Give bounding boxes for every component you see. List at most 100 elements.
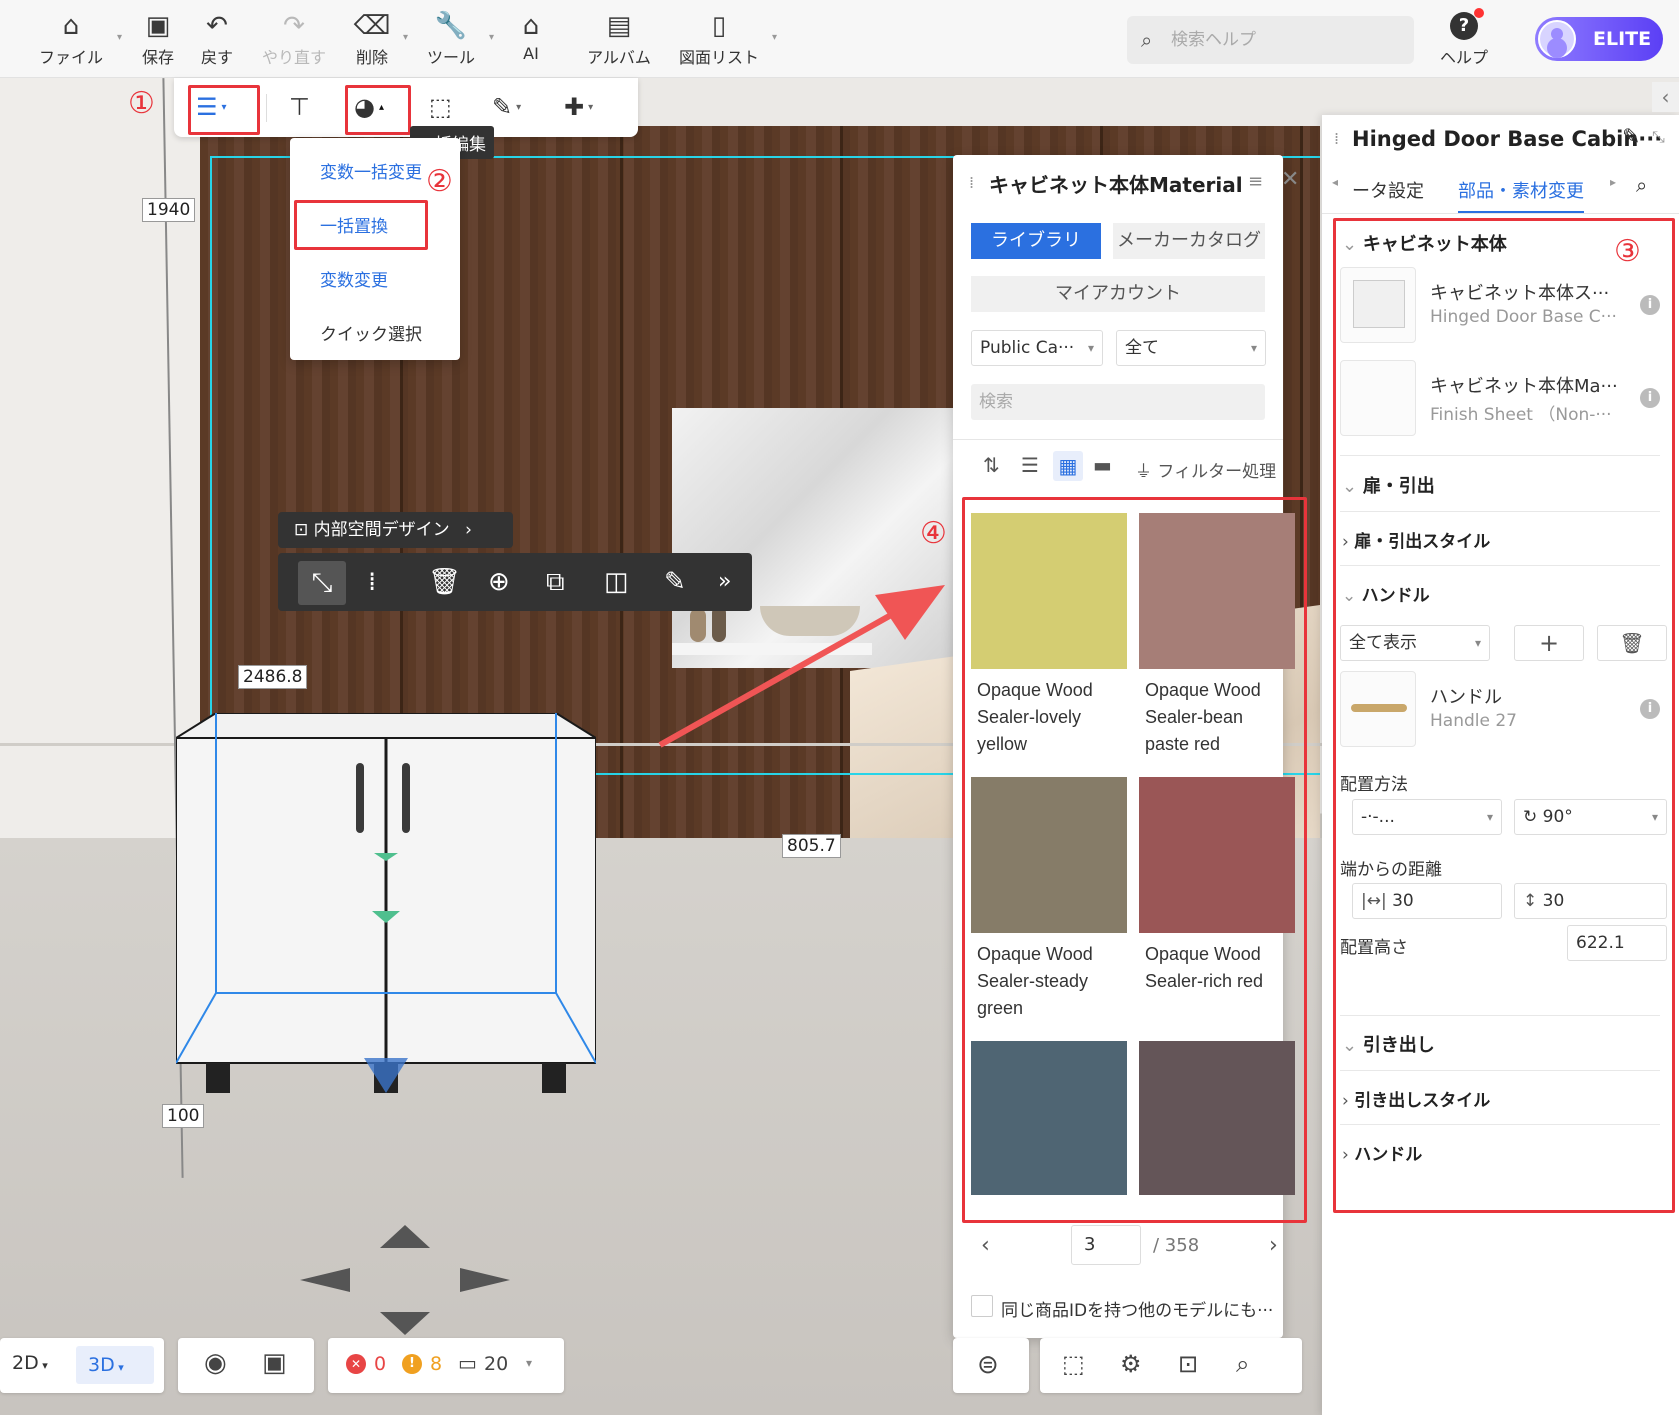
focus-icon[interactable]: ⊡ (1178, 1350, 1198, 1378)
material-search-input[interactable]: 検索 (971, 384, 1265, 420)
menu-delete[interactable]: ⌫ 削除 ▾ (352, 10, 408, 68)
view-3d-button[interactable]: 3D ▾ (76, 1346, 154, 1384)
camera-settings-icon[interactable]: ⚙ (1120, 1350, 1142, 1378)
drag-handle-icon[interactable]: ⁞ (969, 173, 974, 192)
sort-icon[interactable]: ⇅ (983, 453, 1000, 477)
paint-roller-icon: ⊤ (289, 93, 310, 121)
selected-base-cabinet[interactable] (176, 713, 596, 1093)
menu-undo[interactable]: ↶ 戻す (197, 10, 237, 68)
close-icon[interactable]: ✕ (1281, 167, 1299, 192)
nav-down-icon (380, 1312, 430, 1335)
split-icon[interactable]: ⁞ (368, 565, 376, 599)
dimension-label: 1940 (142, 198, 196, 222)
chevron-down-icon: ▾ (488, 32, 494, 43)
folder-icon[interactable]: ▬ (1093, 453, 1112, 477)
tab-prev-icon[interactable]: ◂ (1332, 175, 1338, 189)
object-icon: ▭ (458, 1351, 477, 1375)
catalog-select[interactable]: Public Ca··· (971, 330, 1103, 366)
dimension-label: 2486.8 (238, 665, 308, 689)
list-view-icon[interactable]: ☰ (1021, 453, 1039, 477)
divider (1322, 213, 1679, 214)
inner-space-icon: ⊡ (294, 520, 314, 540)
error-icon: ✕ (346, 1354, 366, 1374)
select-region-button[interactable]: ⬚ (429, 92, 452, 122)
puzzle-icon: ✚ (564, 93, 585, 121)
page-total: / 358 (1153, 1235, 1200, 1256)
brush-button[interactable]: ✎ ▾ (492, 92, 521, 123)
category-select[interactable]: 全て (1116, 330, 1266, 366)
help-search-input[interactable]: ⌕ 検索ヘルプ (1127, 16, 1414, 64)
chevron-down-icon: ▾ (588, 102, 594, 113)
camera-view-icon[interactable]: ⬚ (1062, 1350, 1085, 1378)
edit-icon[interactable]: ✎ (1622, 125, 1640, 150)
eye-icon[interactable]: ◉ (204, 1348, 227, 1378)
dropdown-item[interactable]: クイック選択 (320, 320, 422, 345)
annotation-number: ③ (1614, 234, 1641, 269)
menu-file[interactable]: ⌂ ファイル ▾ (36, 10, 122, 68)
tab-next-icon[interactable]: ▸ (1610, 175, 1616, 189)
menu-tools[interactable]: 🔧 ツール ▾ (424, 10, 494, 68)
tab-library[interactable]: ライブラリ (971, 223, 1101, 259)
status-bar[interactable]: ✕ 0 ! 8 ▭ 20 ▾ (328, 1338, 564, 1393)
display-bar: ◉ ▣ (178, 1338, 314, 1393)
tab-parts-material[interactable]: 部品・素材変更 (1458, 177, 1584, 214)
undo-icon: ↶ (206, 11, 228, 41)
panel-collapse-icon[interactable]: ‹ (1652, 82, 1679, 112)
resize-icon[interactable]: ⤡ (298, 561, 346, 605)
collapse-icon[interactable]: ⤡ (1652, 127, 1665, 147)
camera-nav-arrows[interactable] (295, 1220, 515, 1340)
search-icon: ⌕ (1141, 28, 1153, 52)
dimension-label: 805.7 (782, 834, 841, 858)
dropdown-item[interactable]: 変数変更 (320, 266, 388, 291)
filter-icon: ⏚ (1135, 462, 1152, 482)
menu-ai-label: AI (523, 44, 539, 63)
drag-handle-icon[interactable]: ⁞ (1334, 129, 1339, 148)
trash-icon[interactable]: 🗑 (428, 565, 461, 599)
apply-same-id-checkbox[interactable] (971, 1295, 993, 1317)
grid-view-icon[interactable]: ▦ (1053, 451, 1083, 481)
search-icon[interactable]: ⌕ (1636, 173, 1647, 197)
menu-save[interactable]: ▣ 保存 (138, 10, 178, 68)
question-icon: ? (1450, 8, 1484, 40)
replace-icon[interactable]: ⧉ (546, 565, 565, 599)
material-panel-title: キャビネット本体Material (989, 173, 1243, 197)
menu-album[interactable]: ▤ アルバム (584, 10, 654, 68)
inner-space-design-button[interactable]: ⊡ 内部空間デザイン › (278, 512, 513, 548)
mirror-icon[interactable]: ◫ (604, 565, 629, 599)
filter-button[interactable]: ⏚ フィルター処理 (1135, 457, 1276, 482)
save-icon: ▣ (145, 11, 171, 41)
error-count: 0 (374, 1353, 387, 1375)
brush-icon: ✎ (492, 93, 513, 121)
toggle-bar: ⊜ (953, 1338, 1029, 1393)
elite-badge-label: ELITE (1593, 28, 1652, 50)
tab-maker-catalog[interactable]: メーカーカタログ (1113, 223, 1265, 259)
menu-drawing-list[interactable]: ▯ 図面リスト ▾ (677, 10, 777, 68)
account-badge[interactable]: ELITE (1535, 17, 1663, 61)
format-painter-button[interactable]: ⊤ (289, 92, 310, 122)
chevron-right-icon: › (465, 520, 472, 540)
eraser-icon: ⌫ (353, 11, 391, 41)
view-2d-button[interactable]: 2D ▾ (12, 1352, 48, 1374)
plugin-button[interactable]: ✚ ▾ (564, 92, 593, 123)
annotation-box (962, 497, 1307, 1223)
view-mode-bar: 2D ▾ 3D ▾ (0, 1338, 164, 1393)
menu-ai[interactable]: ⌂ AI (516, 10, 546, 63)
menu-tools-label: ツール (426, 48, 475, 67)
next-page-icon[interactable]: › (1269, 1233, 1278, 1258)
zoom-search-icon[interactable]: ⌕ (1236, 1350, 1249, 1378)
chevron-down-icon: ▾ (771, 32, 777, 43)
menu-icon[interactable]: ≡ (1248, 171, 1263, 192)
annotation-number: ① (128, 86, 155, 121)
redo-icon: ↷ (283, 11, 305, 41)
page-input[interactable]: 3 (1071, 1225, 1141, 1265)
menu-redo[interactable]: ↷ やり直す (260, 10, 328, 68)
cube-icon[interactable]: ▣ (262, 1348, 287, 1378)
tab-my-account[interactable]: マイアカウント (971, 276, 1265, 312)
chevron-down-icon: ▾ (116, 32, 122, 43)
prev-page-icon[interactable]: ‹ (981, 1233, 990, 1258)
toggle-icon[interactable]: ⊜ (977, 1350, 999, 1380)
help-menu[interactable]: ? ヘルプ (1440, 8, 1488, 68)
duplicate-icon[interactable]: ⊕ (488, 565, 510, 599)
dropdown-item[interactable]: 変数一括変更 (320, 158, 422, 183)
tab-data-settings[interactable]: ータ設定 (1352, 177, 1424, 203)
